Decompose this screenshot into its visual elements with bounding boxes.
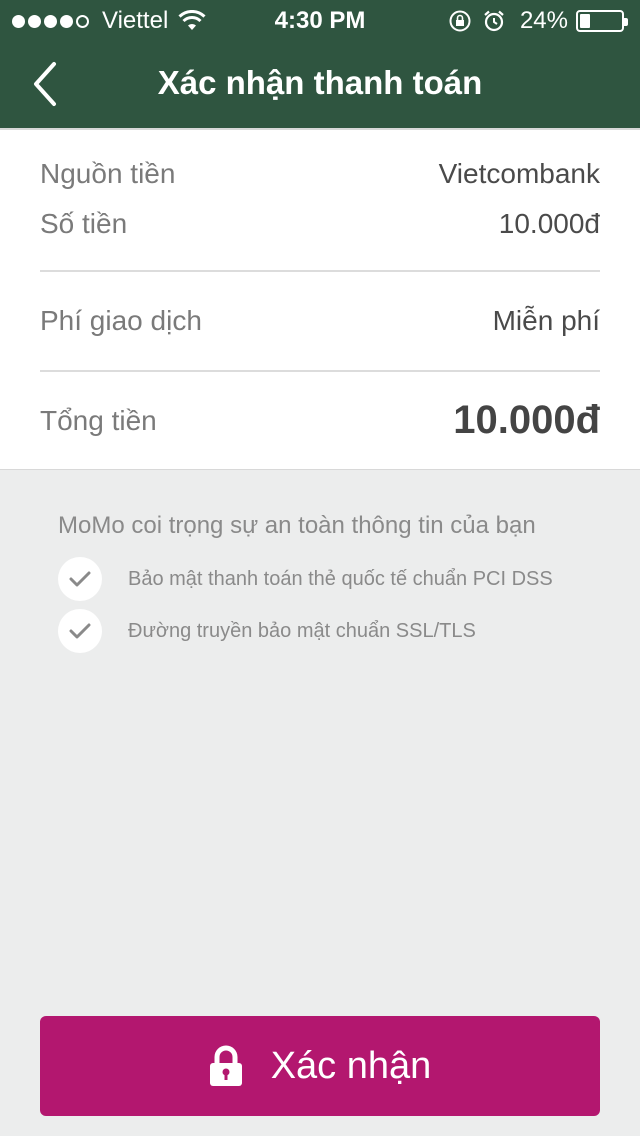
security-item: Bảo mật thanh toán thẻ quốc tế chuẩn PCI… [58,557,553,601]
status-bar: Viettel 4:30 PM 24% [0,0,640,40]
amount-value: 10.000đ [498,208,600,239]
total-label: Tổng tiền [40,404,157,436]
amount-label: Số tiền [40,208,128,239]
source-row: Nguồn tiền Vietcombank [40,158,600,190]
total-row: Tổng tiền 10.000đ [40,398,600,443]
fee-label: Phí giao dịch [40,305,202,336]
fee-value: Miễn phí [492,305,600,336]
divider [40,370,600,372]
checkmark-icon [58,609,102,653]
battery-percent: 24% [519,7,568,34]
source-label: Nguồn tiền [40,158,176,189]
security-title: MoMo coi trọng sự an toàn thông tin của … [58,512,536,539]
alarm-icon [484,10,504,32]
rotation-lock-icon [449,10,471,32]
status-right: 24% [438,7,628,35]
payment-summary-card: Nguồn tiền Vietcombank Số tiền 10.000đ P… [0,128,640,470]
page-title: Xác nhận thanh toán [157,64,483,101]
battery-level [580,14,590,28]
confirm-button-label: Xác nhận [270,1044,432,1087]
amount-row: Số tiền 10.000đ [40,208,600,240]
total-value: 10.000đ [453,398,600,442]
source-value: Vietcombank [438,158,600,189]
checkmark-icon [58,557,102,601]
nav-bar: Xác nhận thanh toán [0,40,640,128]
security-item-text: Bảo mật thanh toán thẻ quốc tế chuẩn PCI… [128,567,553,590]
app-header: Viettel 4:30 PM 24% Xác nhận thanh toán [0,0,640,128]
security-item-text: Đường truyền bảo mật chuẩn SSL/TLS [128,619,476,642]
security-item: Đường truyền bảo mật chuẩn SSL/TLS [58,609,476,653]
fee-row: Phí giao dịch Miễn phí [40,305,600,337]
battery-icon [576,10,628,32]
divider [40,270,600,272]
lock-icon [209,1045,242,1086]
confirm-button[interactable]: Xác nhận [40,1016,600,1116]
